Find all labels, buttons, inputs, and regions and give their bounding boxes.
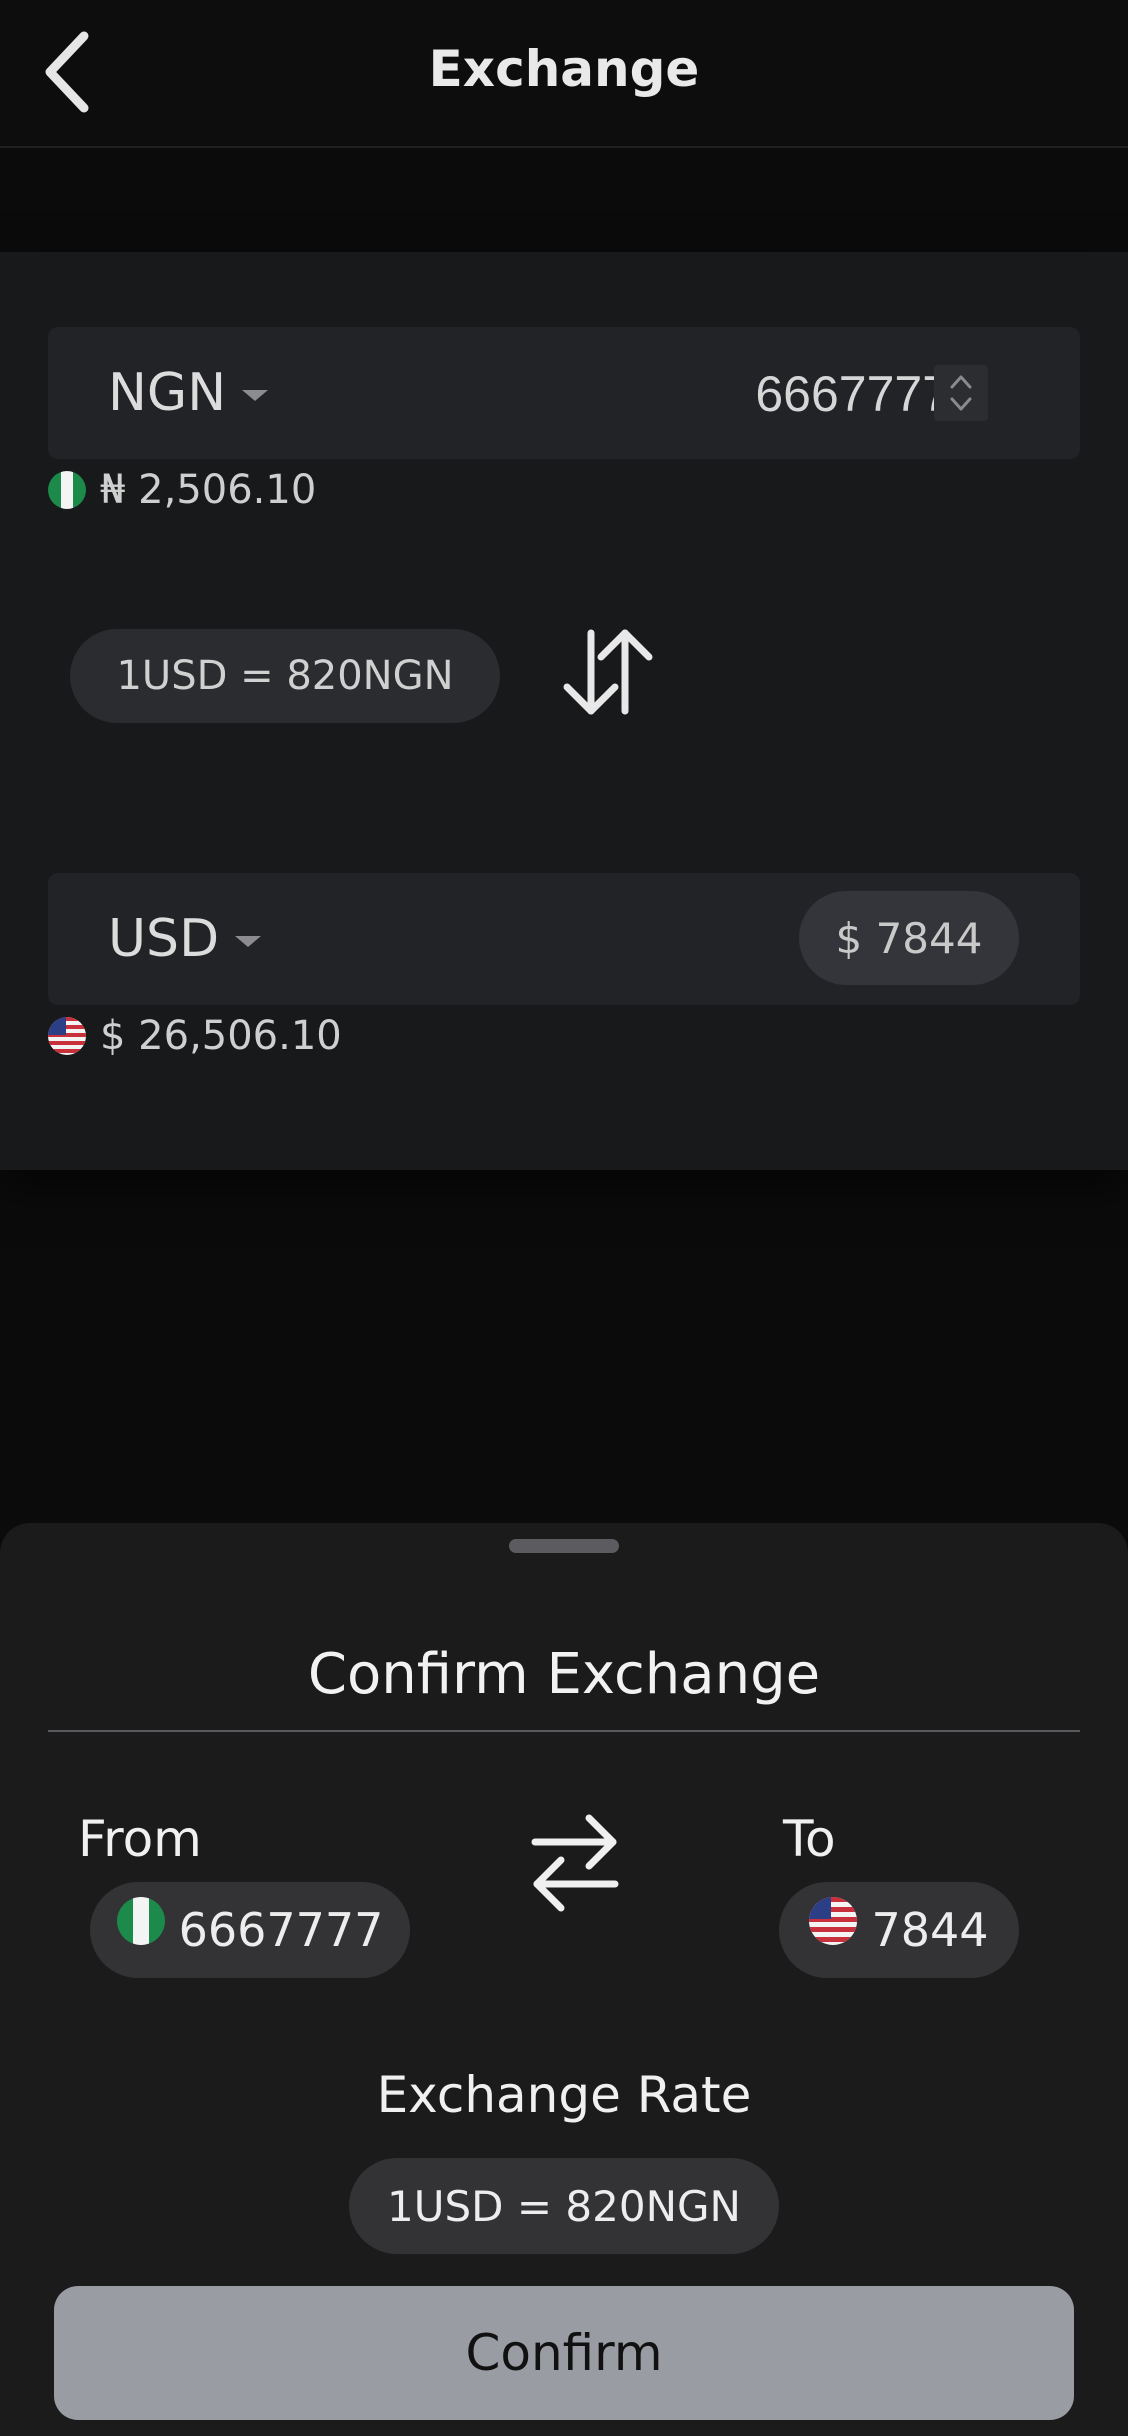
to-balance-text: $ 26,506.10 [100,1013,342,1059]
to-amount-display: $ 7844 [799,891,1019,985]
swap-direction-button[interactable] [548,622,668,722]
to-amount-pill: 7844 [779,1882,1019,1978]
usa-flag-icon [48,1017,86,1055]
sheet-drag-handle[interactable] [509,1539,619,1553]
exchange-rate-label: Exchange Rate [376,2066,752,2124]
page-title: Exchange [428,40,700,98]
divider [48,1730,1080,1732]
stepper-arrows-icon [950,375,972,411]
nigeria-flag-icon [48,471,86,509]
swap-vertical-icon [563,629,653,715]
from-currency-code: NGN [108,363,227,423]
confirm-button[interactable]: Confirm [54,2286,1074,2420]
to-currency-select[interactable]: USD [108,907,262,971]
to-currency-code: USD [108,909,220,969]
rate-badge: 1USD = 820NGN [70,629,500,723]
usa-flag-icon [809,1897,858,1945]
from-currency-field: NGN [48,327,1080,459]
to-label: To [783,1810,836,1868]
nigeria-flag-icon [116,1897,165,1945]
swap-currencies-button[interactable] [520,1808,630,1918]
exchange-rate-value: 1USD = 820NGN [349,2158,779,2254]
sheet-title: Confirm Exchange [307,1642,821,1707]
to-balance: $ 26,506.10 [48,1013,342,1059]
from-label: From [78,1810,202,1868]
from-currency-select[interactable]: NGN [108,361,269,425]
from-amount-input[interactable] [628,355,952,433]
to-amount-text: 7844 [871,1903,989,1957]
caret-down-icon [242,389,269,401]
from-amount-text: 6667777 [178,1903,384,1957]
from-balance: ₦ 2,506.10 [48,467,317,513]
from-balance-text: ₦ 2,506.10 [100,467,317,513]
swap-horizontal-icon [531,1814,619,1912]
caret-down-icon [235,935,262,947]
from-amount-pill: 6667777 [90,1882,410,1978]
amount-stepper[interactable] [934,365,988,421]
